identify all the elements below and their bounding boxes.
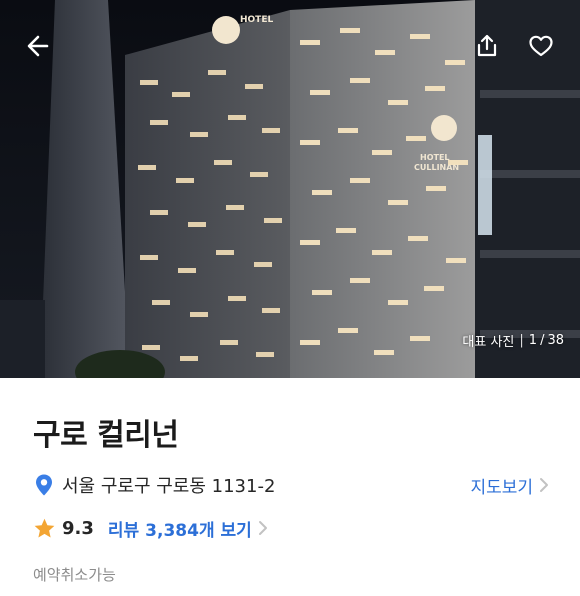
hotel-address: 서울 구로구 구로동 1131-2 [62, 476, 276, 497]
hotel-info-section: 구로 컬리넌 서울 구로구 구로동 1131-2 지도보기 9.3 리뷰 3,3… [0, 378, 580, 596]
hero-photo-carousel[interactable]: HOTEL HOTEL CULLINAN 대표 사진 | 1 / 38 [0, 0, 580, 378]
chevron-right-icon [540, 478, 548, 492]
favorite-button[interactable] [521, 26, 561, 66]
review-label: 리뷰 [107, 520, 140, 541]
share-button[interactable] [467, 26, 507, 66]
view-map-label: 지도보기 [470, 477, 533, 498]
location-pin-icon [36, 474, 52, 496]
view-map-link[interactable]: 지도보기 [470, 473, 549, 498]
cancellation-policy: 예약취소가능 [33, 566, 116, 584]
photo-total-count: 38 [547, 332, 564, 348]
heart-outline-icon [529, 35, 553, 57]
chevron-right-icon [258, 521, 267, 535]
photo-category-label: 대표 사진 [462, 334, 515, 350]
star-icon [34, 518, 55, 538]
photo-counter-separator: / [540, 332, 545, 348]
svg-text:HOTEL: HOTEL [420, 153, 450, 162]
arrow-left-icon [27, 35, 49, 57]
review-count: 3,384개 보기 [145, 520, 252, 541]
photo-current-index: 1 [528, 332, 538, 348]
address-row: 서울 구로구 구로동 1131-2 지도보기 [33, 471, 549, 499]
svg-text:HOTEL: HOTEL [240, 15, 273, 25]
share-icon [477, 34, 497, 57]
reviews-link[interactable]: 리뷰 3,384개 보기 [108, 516, 268, 541]
rating-row: 9.3 리뷰 3,384개 보기 [33, 514, 268, 542]
back-button[interactable] [18, 26, 58, 66]
hotel-name: 구로 컬리넌 [33, 418, 179, 453]
photo-counter: 대표 사진 | 1 / 38 [462, 332, 564, 350]
rating-score: 9.3 [62, 517, 94, 539]
